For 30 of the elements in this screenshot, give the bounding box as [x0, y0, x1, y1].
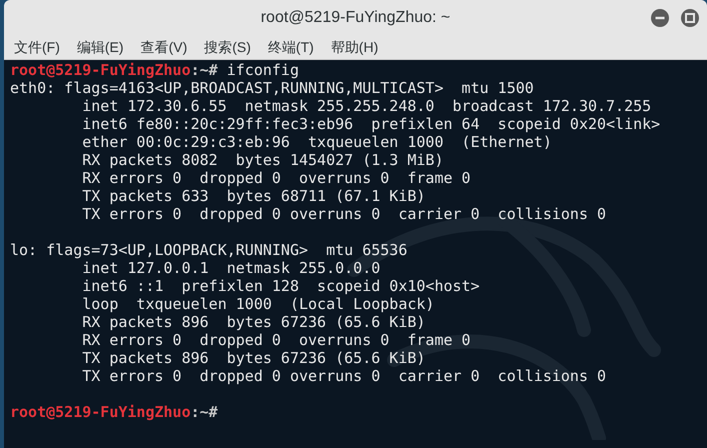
menu-item[interactable]: 查看(V)	[140, 36, 188, 58]
menu-item[interactable]: 帮助(H)	[330, 36, 378, 58]
menu-item[interactable]: 文件(F)	[14, 36, 60, 58]
menu-item[interactable]: 搜索(S)	[204, 36, 251, 58]
output-line: TX packets 633 bytes 68711 (67.1 KiB)	[81, 187, 426, 205]
prompt-path: :~#	[190, 61, 218, 79]
output-line: loop txqueuelen 1000 (Local Loopback)	[81, 295, 434, 313]
output-line: RX errors 0 dropped 0 overruns 0 frame 0	[81, 331, 471, 349]
minimize-button[interactable]	[651, 9, 669, 27]
output-line: inet6 fe80::20c:29ff:fec3:eb96 prefixlen 64 scopeid 0x20<link>	[81, 115, 660, 133]
menu-item[interactable]: 终端(T)	[268, 36, 314, 58]
output-line: RX packets 896 bytes 67236 (65.6 KiB)	[81, 313, 426, 331]
prompt-user-host: root@5219-FuYingZhuo	[10, 403, 191, 421]
output-line: RX packets 8082 bytes 1454027 (1.3 MiB)	[81, 151, 444, 169]
output-line: TX errors 0 dropped 0 overruns 0 carrier 0 collisions 0	[81, 367, 606, 385]
output-line: ether 00:0c:29:c3:eb:96 txqueuelen 1000 (Ethernet)	[81, 133, 552, 151]
output-line: inet 127.0.0.1 netmask 255.0.0.0	[81, 259, 380, 277]
prompt-path: :~#	[190, 403, 218, 421]
output-line: RX errors 0 dropped 0 overruns 0 frame 0	[81, 169, 471, 187]
menu-item[interactable]: 编辑(E)	[76, 36, 124, 58]
output-line: TX packets 896 bytes 67236 (65.6 KiB)	[81, 349, 426, 367]
output-line: lo: flags=73<UP,LOOPBACK,RUNNING> mtu 65536	[10, 241, 408, 259]
output-line: eth0: flags=4163<UP,BROADCAST,RUNNING,MULTICAST> mtu 1500	[10, 79, 534, 97]
output-line: inet6 ::1 prefixlen 128 scopeid 0x10<host>	[81, 277, 480, 295]
output-line: TX errors 0 dropped 0 overruns 0 carrier 0 collisions 0	[81, 205, 606, 223]
command-text: ifconfig	[226, 61, 299, 79]
prompt-user-host: root@5219-FuYingZhuo	[10, 61, 191, 79]
output-line: inet 172.30.6.55 netmask 255.255.248.0 broadcast 172.30.7.255	[81, 97, 652, 115]
maximize-button[interactable]	[681, 9, 699, 27]
window-title: root@5219-FuYingZhuo: ~	[260, 8, 450, 28]
